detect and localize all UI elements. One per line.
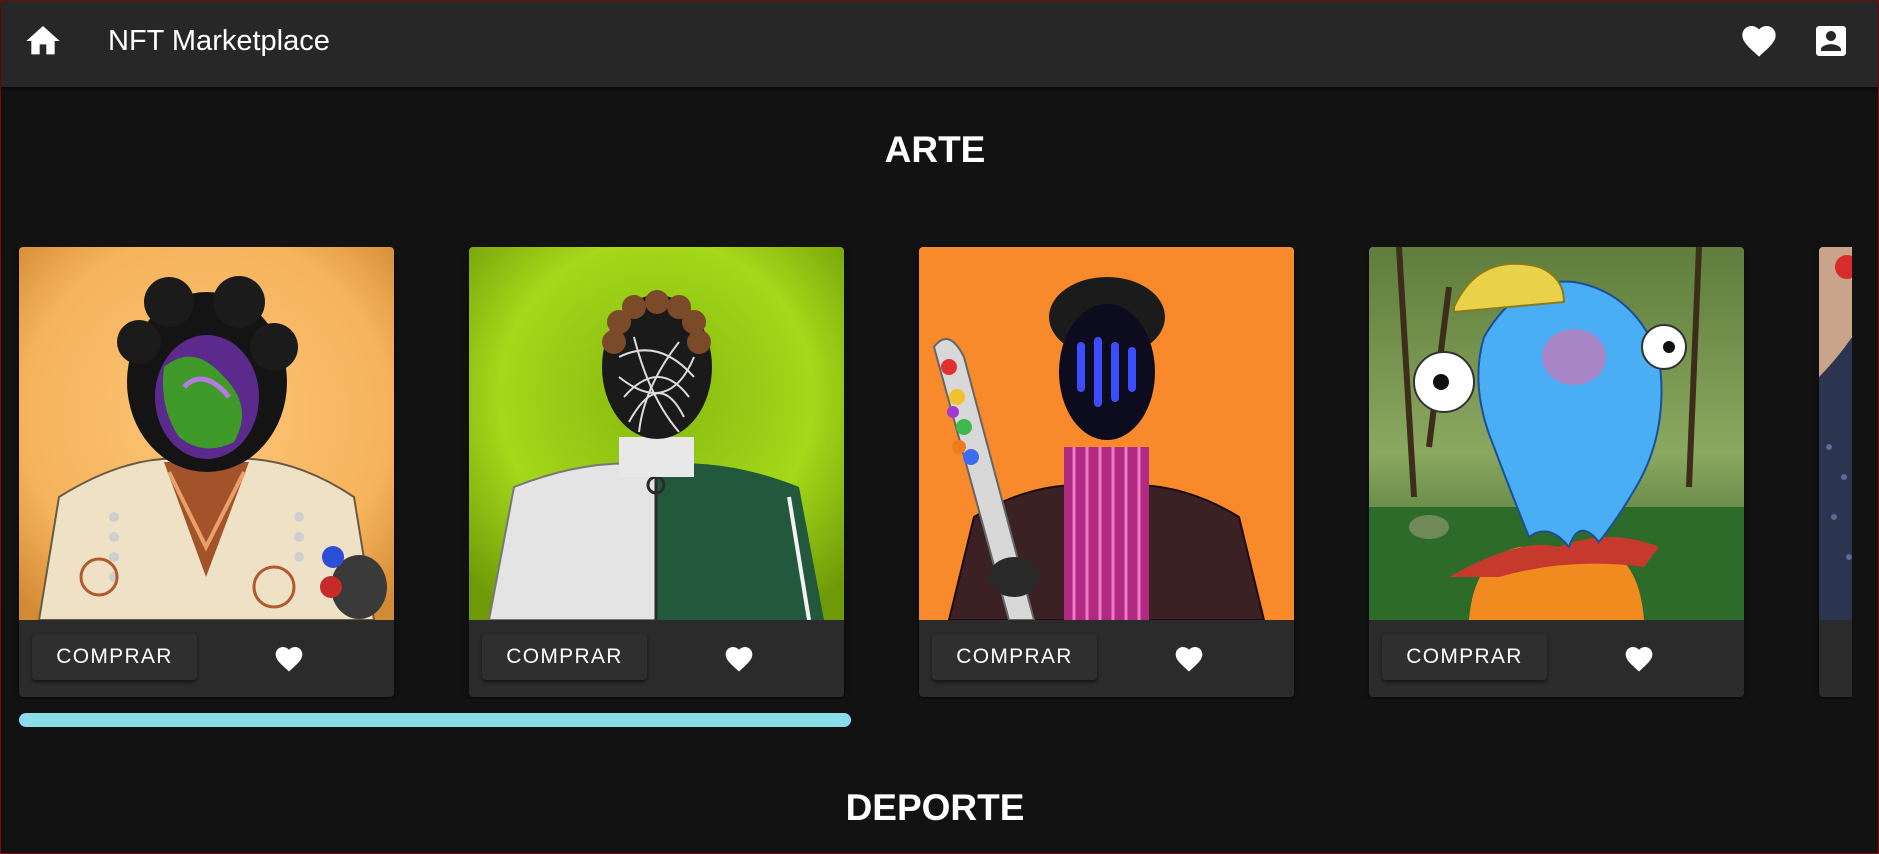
buy-button[interactable]: COMPRAR bbox=[482, 634, 647, 680]
account-button[interactable] bbox=[1811, 21, 1851, 61]
like-button[interactable] bbox=[723, 643, 755, 675]
app-title: NFT Marketplace bbox=[108, 25, 330, 57]
heart-icon bbox=[275, 647, 303, 672]
nft-card: COMPRAR bbox=[19, 247, 394, 697]
nft-image bbox=[1369, 247, 1744, 620]
card-actions: COMPRAR bbox=[919, 620, 1294, 697]
home-button[interactable] bbox=[23, 21, 63, 61]
home-icon bbox=[26, 26, 60, 55]
nft-card: COMPRAR bbox=[469, 247, 844, 697]
like-button[interactable] bbox=[273, 643, 305, 675]
nft-card: COMPRAR bbox=[1369, 247, 1744, 697]
app-bar: NFT Marketplace bbox=[1, 1, 1878, 87]
card-actions: COMPRAR bbox=[19, 620, 394, 697]
carousel-scrollbar[interactable] bbox=[19, 713, 1849, 729]
account-box-icon bbox=[1816, 26, 1846, 56]
nft-image bbox=[919, 247, 1294, 620]
buy-button[interactable]: COMPRAR bbox=[932, 634, 1097, 680]
nft-image bbox=[19, 247, 394, 620]
like-button[interactable] bbox=[1173, 643, 1205, 675]
buy-button[interactable]: COMPRAR bbox=[1382, 634, 1547, 680]
nft-image bbox=[1819, 247, 1852, 620]
like-button[interactable] bbox=[1623, 643, 1655, 675]
nft-card: COMPRAR bbox=[919, 247, 1294, 697]
arte-carousel: COMPRAR COMPRAR COMPRAR COMPRAR bbox=[1, 247, 1852, 699]
card-actions: COMPRAR bbox=[469, 620, 844, 697]
nft-image bbox=[469, 247, 844, 620]
heart-icon bbox=[725, 647, 753, 672]
heart-icon bbox=[1175, 647, 1203, 672]
card-actions: COMPRAR bbox=[1369, 620, 1744, 697]
heart-icon bbox=[1625, 647, 1653, 672]
scrollbar-thumb[interactable] bbox=[19, 713, 851, 727]
favorites-button[interactable] bbox=[1739, 21, 1779, 61]
nft-card bbox=[1819, 247, 1852, 697]
section-title-deporte: DEPORTE bbox=[845, 787, 1025, 828]
card-actions bbox=[1819, 620, 1852, 697]
buy-button[interactable]: COMPRAR bbox=[32, 634, 197, 680]
heart-icon bbox=[1742, 26, 1776, 57]
section-title-arte: ARTE bbox=[884, 129, 986, 170]
